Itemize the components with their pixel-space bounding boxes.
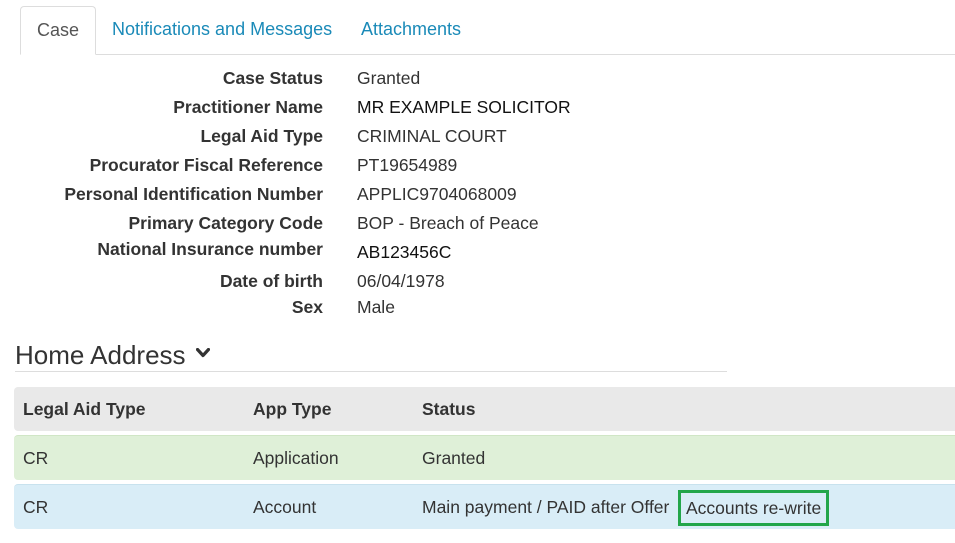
table-row[interactable]: CR Application Granted	[14, 435, 955, 480]
home-address-toggle[interactable]: Home Address	[15, 334, 210, 371]
detail-row-date-of-birth: Date of birth 06/04/1978	[0, 271, 955, 297]
cell-app-type: Application	[253, 448, 339, 468]
detail-value: BOP - Breach of Peace	[357, 213, 539, 233]
detail-label: Case Status	[222, 68, 323, 88]
applications-table: Legal Aid Type App Type Status CR Applic…	[14, 387, 955, 529]
detail-value: 06/04/1978	[357, 271, 445, 291]
detail-label: Sex	[291, 297, 323, 317]
cell-app-type: Account	[253, 497, 317, 517]
column-header: Status	[422, 399, 476, 419]
column-header: Legal Aid Type	[23, 399, 146, 419]
detail-row-personal-identification-number: Personal Identification Number APPLIC970…	[0, 184, 955, 213]
detail-label: Date of birth	[219, 271, 323, 291]
detail-label: National Insurance number	[97, 239, 323, 259]
detail-row-case-status: Case Status Granted	[0, 68, 955, 97]
accounts-rewrite-highlight: Accounts re-write	[678, 490, 830, 526]
tab-bar: Case Notifications and Messages Attachme…	[20, 6, 955, 55]
detail-label: Personal Identification Number	[64, 184, 323, 204]
detail-label: Procurator Fiscal Reference	[89, 155, 323, 175]
detail-row-national-insurance-number: National Insurance number AB123456C	[0, 239, 955, 271]
column-header: App Type	[253, 399, 332, 419]
detail-value: CRIMINAL COURT	[357, 126, 507, 146]
detail-row-primary-category-code: Primary Category Code BOP - Breach of Pe…	[0, 213, 955, 242]
table-header: Legal Aid Type App Type Status	[14, 387, 955, 431]
cell-status: Main payment / PAID after Offer	[422, 497, 670, 517]
detail-value: AB123456C	[357, 242, 452, 262]
detail-value: Granted	[357, 68, 421, 88]
tab-notifications-and-messages[interactable]: Notifications and Messages	[96, 6, 348, 53]
chevron-down-icon	[195, 334, 210, 365]
tab-case[interactable]: Case	[20, 6, 97, 55]
cell-status: Granted	[422, 448, 486, 468]
detail-label: Primary Category Code	[128, 213, 323, 233]
cell-legal-aid-type: CR	[23, 448, 49, 468]
tab-attachments[interactable]: Attachments	[345, 6, 477, 53]
detail-row-practitioner-name: Practitioner Name MR EXAMPLE SOLICITOR	[0, 97, 955, 126]
detail-value: Male	[357, 297, 395, 317]
detail-value: MR EXAMPLE SOLICITOR	[357, 97, 571, 117]
section-divider	[15, 371, 727, 372]
section-title: Home Address	[15, 340, 186, 370]
detail-row-procurator-fiscal-reference: Procurator Fiscal Reference PT19654989	[0, 155, 955, 184]
detail-row-legal-aid-type: Legal Aid Type CRIMINAL COURT	[0, 126, 955, 155]
detail-row-sex: Sex Male	[0, 297, 955, 326]
detail-label: Practitioner Name	[173, 97, 323, 117]
detail-value: APPLIC9704068009	[357, 184, 517, 204]
case-details: Case Status Granted Practitioner Name MR…	[0, 68, 955, 326]
table-row[interactable]: CR Account Main payment / PAID after Off…	[14, 484, 955, 529]
detail-label: Legal Aid Type	[200, 126, 323, 146]
cell-legal-aid-type: CR	[23, 497, 49, 517]
detail-value: PT19654989	[357, 155, 458, 175]
